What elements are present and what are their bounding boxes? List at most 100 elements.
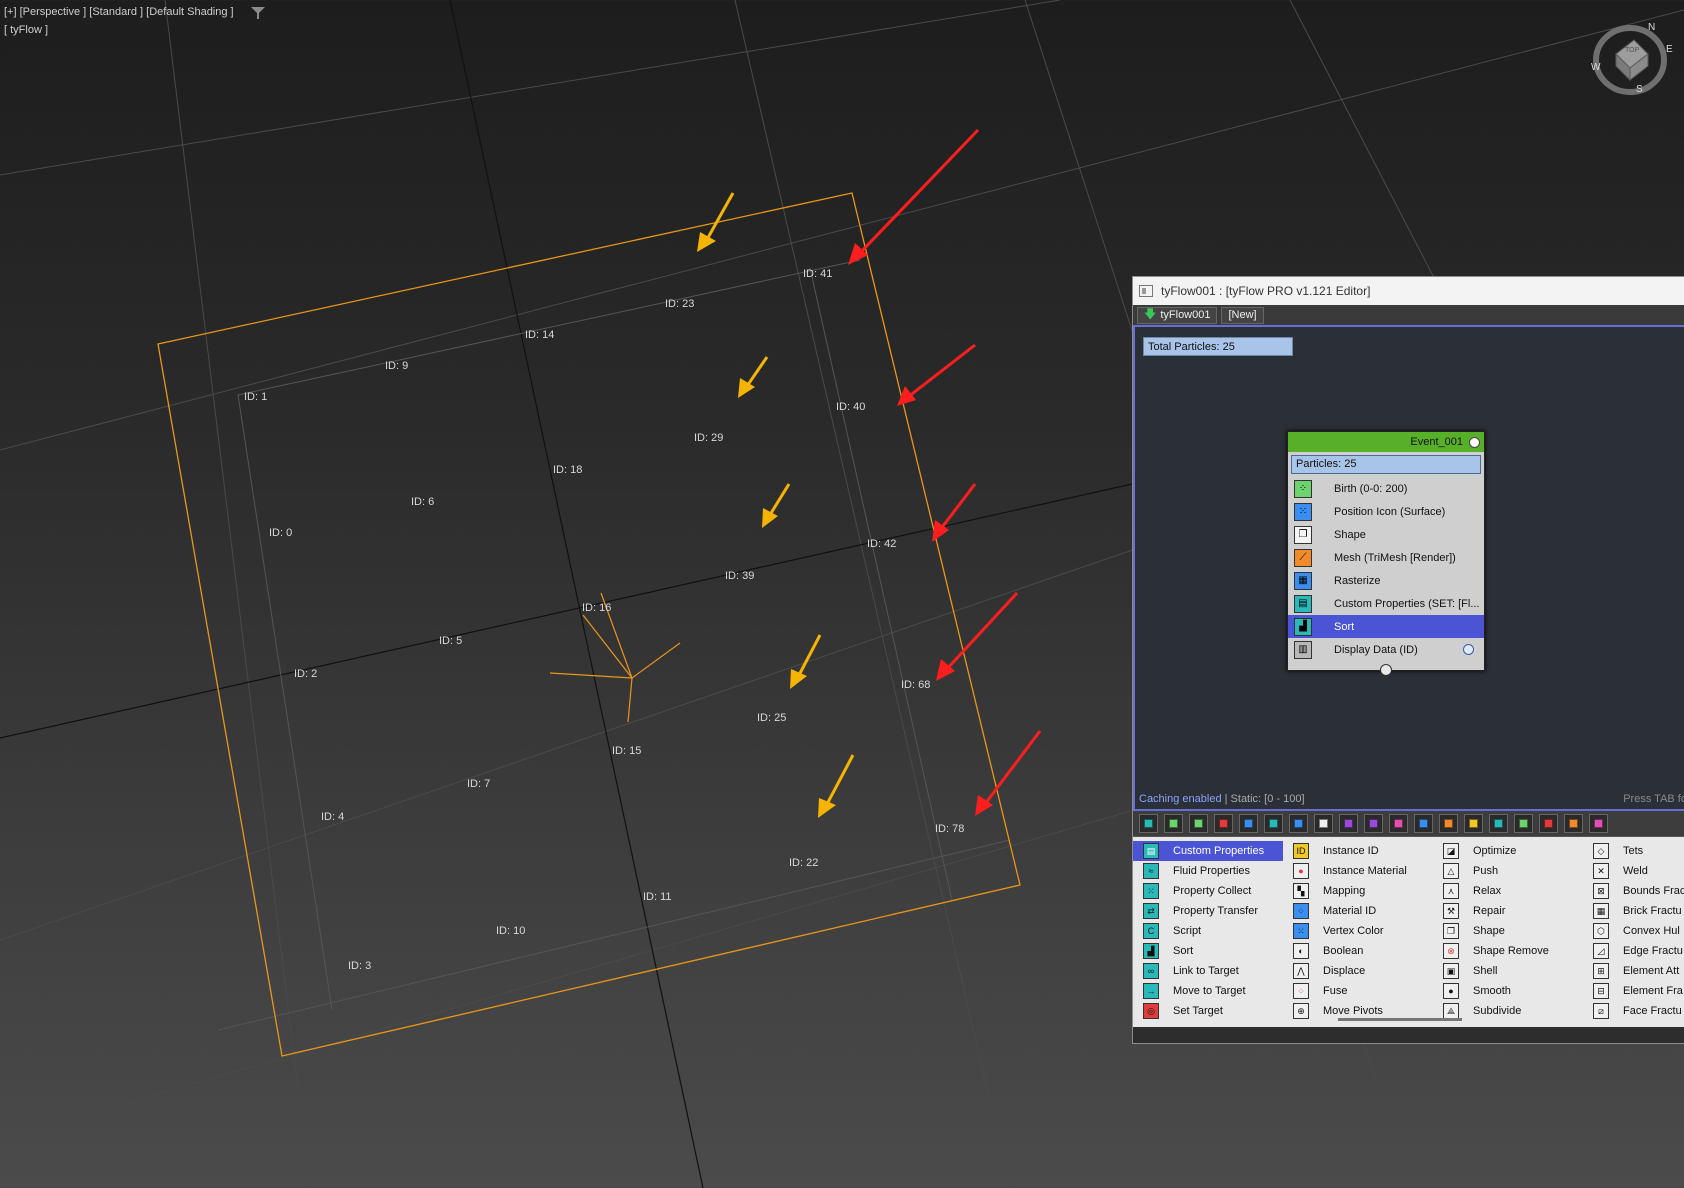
category-position-button[interactable] — [1239, 814, 1258, 833]
palette-item[interactable]: ❐ Shape — [1433, 921, 1583, 941]
viewcube[interactable]: N E S W TOP — [1588, 22, 1678, 102]
palette-item[interactable]: ⚒ Repair — [1433, 901, 1583, 921]
category-navy-button[interactable] — [1289, 814, 1308, 833]
particle-id-label: ID: 42 — [867, 538, 896, 550]
operator-display-data[interactable]: ▥ Display Data (ID) — [1288, 638, 1484, 661]
bounds-fracture-icon: ⊠ — [1593, 883, 1609, 899]
output-circle-icon[interactable] — [1463, 644, 1474, 655]
palette-item[interactable]: ● Instance Material — [1283, 861, 1433, 881]
viewport-menu-label[interactable]: [+] [Perspective ] [Standard ] [Default … — [4, 6, 234, 18]
display-data-icon: ▥ — [1294, 640, 1312, 659]
category-violet-button[interactable] — [1364, 814, 1383, 833]
category-delete-button[interactable] — [1214, 814, 1233, 833]
palette-item[interactable]: C Script — [1133, 921, 1283, 941]
palette-item[interactable]: ⁘ Fuse — [1283, 981, 1433, 1001]
category-blue2-button[interactable] — [1414, 814, 1433, 833]
palette-item[interactable]: ⋏ Relax — [1433, 881, 1583, 901]
operator-label: Position Icon (Surface) — [1334, 505, 1446, 518]
category-teal-button[interactable] — [1489, 814, 1508, 833]
palette-item[interactable]: ◇ Tets — [1583, 841, 1684, 861]
palette-item[interactable]: ⊠ Bounds Frac — [1583, 881, 1684, 901]
operator-birth[interactable]: ⁘ Birth (0-0: 200) — [1288, 477, 1484, 500]
palette-item[interactable]: ▤ Custom Properties — [1133, 841, 1283, 861]
category-red2-button[interactable] — [1539, 814, 1558, 833]
palette-item[interactable]: ◿ Edge Fractu — [1583, 941, 1684, 961]
operator-sort[interactable]: ▟ Sort — [1288, 615, 1484, 638]
operator-shape[interactable]: ❐ Shape — [1288, 523, 1484, 546]
tab-new[interactable]: [New] — [1221, 306, 1264, 324]
red-arrow-icon — [848, 128, 980, 265]
operator-custom-properties[interactable]: ▤ Custom Properties (SET: [Fl... — [1288, 592, 1484, 615]
tyflow-editor-window[interactable]: tyFlow001 : [tyFlow PRO v1.121 Editor] 🡇… — [1132, 276, 1684, 1044]
palette-item[interactable]: ▣ Shell — [1433, 961, 1583, 981]
palette-item[interactable]: ⬡ Convex Hul — [1583, 921, 1684, 941]
palette-item[interactable]: ⊞ Element Att — [1583, 961, 1684, 981]
instance-id-icon: ID — [1293, 843, 1309, 859]
caching-enabled-label[interactable]: Caching enabled — [1139, 793, 1222, 805]
tab-label: tyFlow001 — [1160, 309, 1211, 321]
category-paint-button[interactable] — [1564, 814, 1583, 833]
particle-id-label: ID: 18 — [553, 464, 582, 476]
category-icon — [1369, 819, 1378, 828]
palette-item[interactable]: ≈ Fluid Properties — [1133, 861, 1283, 881]
category-magenta-button[interactable] — [1589, 814, 1608, 833]
palette-item-label: Instance ID — [1323, 845, 1379, 857]
operator-position-icon[interactable]: ⁙ Position Icon (Surface) — [1288, 500, 1484, 523]
palette-item[interactable]: → Move to Target — [1133, 981, 1283, 1001]
palette-item-label: Bounds Frac — [1623, 885, 1684, 897]
editor-tabs: 🡇 tyFlow001 [New] — [1133, 305, 1684, 325]
custom-properties-icon: ▤ — [1294, 594, 1312, 613]
lightbulb-icon[interactable] — [1469, 436, 1480, 448]
palette-item[interactable]: ⁙ Vertex Color — [1283, 921, 1433, 941]
category-pink-button[interactable] — [1389, 814, 1408, 833]
node-graph-canvas[interactable]: Total Particles: 25 Event_001 Particles:… — [1133, 325, 1684, 811]
tab-tyflow001[interactable]: 🡇 tyFlow001 — [1137, 306, 1218, 324]
palette-item[interactable]: ⧄ Face Fractu — [1583, 1001, 1684, 1021]
palette-item[interactable]: ⊟ Element Fra — [1583, 981, 1684, 1001]
category-all-button[interactable] — [1139, 814, 1158, 833]
palette-item[interactable]: ◪ Optimize — [1433, 841, 1583, 861]
category-cyan-button[interactable] — [1264, 814, 1283, 833]
editor-titlebar[interactable]: tyFlow001 : [tyFlow PRO v1.121 Editor] — [1133, 277, 1684, 305]
palette-item[interactable]: ⁙ Property Collect — [1133, 881, 1283, 901]
category-birth-button[interactable] — [1164, 814, 1183, 833]
category-white-button[interactable] — [1314, 814, 1333, 833]
palette-column-2: ID Instance ID ● Instance Material ▚ Mappin… — [1283, 841, 1433, 1027]
shell-icon: ▣ — [1443, 963, 1459, 979]
category-green-arrow-button[interactable] — [1514, 814, 1533, 833]
palette-item[interactable]: ⋀ Displace — [1283, 961, 1433, 981]
palette-item[interactable]: ▟ Sort — [1133, 941, 1283, 961]
palette-item[interactable]: ∞ Link to Target — [1133, 961, 1283, 981]
palette-item[interactable]: ⁘ Material ID — [1283, 901, 1433, 921]
palette-item[interactable]: ✕ Weld — [1583, 861, 1684, 881]
palette-scrollbar[interactable] — [1338, 1018, 1462, 1021]
operator-palette: ▤ Custom Properties ≈ Fluid Properties ⁙ Pr… — [1133, 837, 1684, 1027]
palette-item[interactable]: ▚ Mapping — [1283, 881, 1433, 901]
category-yellow-button[interactable] — [1464, 814, 1483, 833]
event-header[interactable]: Event_001 — [1288, 432, 1484, 452]
category-orange-button[interactable] — [1439, 814, 1458, 833]
palette-column-3: ◪ Optimize △ Push ⋏ Relax ⚒ Repair ❐ Shape ⊗ S… — [1433, 841, 1583, 1027]
operator-rasterize[interactable]: ▦ Rasterize — [1288, 569, 1484, 592]
viewcube-top-face[interactable]: TOP — [1625, 47, 1639, 54]
palette-item[interactable]: ID Instance ID — [1283, 841, 1433, 861]
palette-item-label: Custom Properties — [1173, 845, 1265, 857]
category-purple-button[interactable] — [1339, 814, 1358, 833]
palette-item-label: Instance Material — [1323, 865, 1407, 877]
palette-item[interactable]: ▦ Brick Fractu — [1583, 901, 1684, 921]
operator-label: Display Data (ID) — [1334, 643, 1418, 656]
yellow-arrow-icon — [697, 192, 735, 252]
palette-item[interactable]: ◐ Boolean — [1283, 941, 1433, 961]
shape-icon: ❐ — [1294, 525, 1312, 544]
palette-item[interactable]: ● Smooth — [1433, 981, 1583, 1001]
event-output-socket[interactable] — [1380, 664, 1392, 676]
event-node[interactable]: Event_001 Particles: 25 ⁘ Birth (0-0: 20… — [1287, 431, 1485, 676]
palette-item[interactable]: ⇄ Property Transfer — [1133, 901, 1283, 921]
palette-item[interactable]: ⊗ Shape Remove — [1433, 941, 1583, 961]
palette-item[interactable]: △ Push — [1433, 861, 1583, 881]
operator-mesh[interactable]: ⟋ Mesh (TriMesh [Render]) — [1288, 546, 1484, 569]
category-event-button[interactable] — [1189, 814, 1208, 833]
palette-item[interactable]: ◎ Set Target — [1133, 1001, 1283, 1021]
funnel-icon[interactable] — [251, 7, 265, 19]
material-id-icon: ⁘ — [1293, 903, 1309, 919]
